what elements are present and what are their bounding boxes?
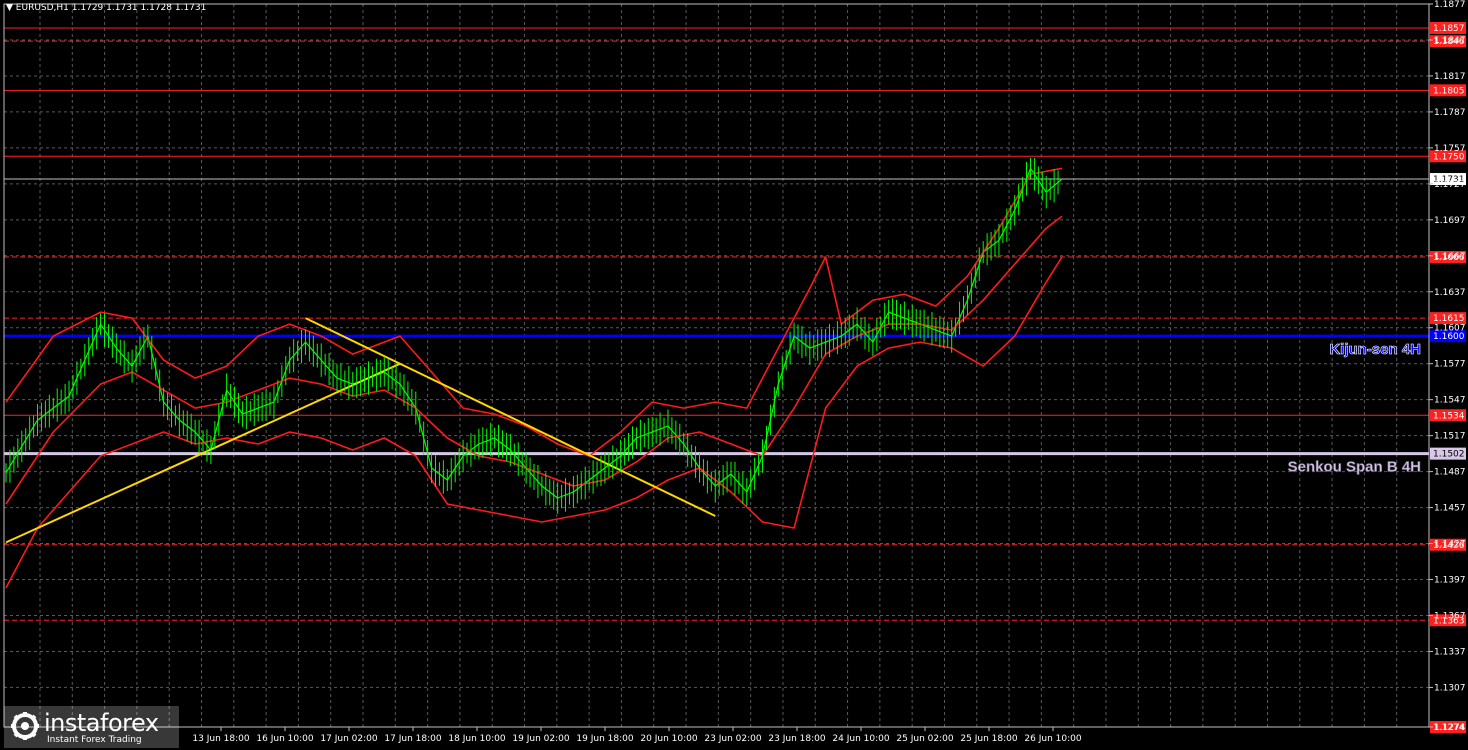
level-price-label: 1.1805 xyxy=(1433,86,1465,96)
symbol-label: EURUSD,H1 xyxy=(15,3,69,13)
y-tick-label: 1.1547 xyxy=(1434,396,1466,406)
x-tick-label: 26 Jun 10:00 xyxy=(1024,734,1081,744)
x-tick-label: 25 Jun 18:00 xyxy=(960,734,1017,744)
y-tick-label: 1.1877 xyxy=(1434,0,1466,10)
y-tick-label: 1.1667 xyxy=(1434,252,1466,262)
y-tick-label: 1.1274 xyxy=(1434,723,1466,733)
y-tick-label: 1.1307 xyxy=(1434,683,1466,693)
y-tick-label: 1.1727 xyxy=(1434,180,1466,190)
triangle-down-icon[interactable]: ▼ xyxy=(6,3,13,13)
level-price-label: 1.1857 xyxy=(1433,24,1465,34)
y-tick-label: 1.1337 xyxy=(1434,647,1466,657)
y-tick-label: 1.1697 xyxy=(1434,216,1466,226)
y-tick-label: 1.1817 xyxy=(1434,72,1466,82)
x-tick-label: 17 Jun 02:00 xyxy=(320,734,377,744)
x-tick-label: 25 Jun 02:00 xyxy=(896,734,953,744)
instaforex-logo-icon xyxy=(11,712,39,740)
watermark: instaforex Instant Forex Trading xyxy=(4,706,179,748)
y-tick-label: 1.1607 xyxy=(1434,324,1466,334)
x-tick-label: 18 Jun 10:00 xyxy=(448,734,505,744)
x-tick-label: 19 Jun 02:00 xyxy=(512,734,569,744)
y-tick-label: 1.1397 xyxy=(1434,576,1466,586)
level-annotation: Senkou Span B 4H xyxy=(1288,459,1421,476)
level-price-label: 1.1534 xyxy=(1433,411,1465,421)
chart-background xyxy=(0,0,1468,750)
chart-header: ▼ EURUSD,H1 1.1729 1.1731 1.1728 1.1731 xyxy=(6,3,206,13)
y-tick-label: 1.1757 xyxy=(1434,144,1466,154)
level-price-label: 1.1615 xyxy=(1433,314,1465,324)
y-tick-label: 1.1487 xyxy=(1434,468,1466,478)
y-tick-label: 1.1457 xyxy=(1434,504,1466,514)
level-price-label: 1.1502 xyxy=(1433,450,1465,460)
x-tick-label: 17 Jun 18:00 xyxy=(384,734,441,744)
y-tick-label: 1.1637 xyxy=(1434,288,1466,298)
level-annotation: Kijun-sen 4H xyxy=(1329,341,1421,358)
watermark-tagline: Instant Forex Trading xyxy=(47,735,142,745)
price-chart[interactable]: 1.18571.18461.18051.17501.16661.16151.16… xyxy=(0,0,1468,750)
y-tick-label: 1.1427 xyxy=(1434,540,1466,550)
y-tick-label: 1.1787 xyxy=(1434,108,1466,118)
x-tick-label: 16 Jun 10:00 xyxy=(256,734,313,744)
y-tick-label: 1.1577 xyxy=(1434,360,1466,370)
x-tick-label: 13 Jun 18:00 xyxy=(192,734,249,744)
x-tick-label: 23 Jun 18:00 xyxy=(768,734,825,744)
x-tick-label: 19 Jun 18:00 xyxy=(576,734,633,744)
x-tick-label: 20 Jun 10:00 xyxy=(640,734,697,744)
y-tick-label: 1.1517 xyxy=(1434,432,1466,442)
ohlc-label: 1.1729 1.1731 1.1728 1.1731 xyxy=(71,3,207,13)
y-tick-label: 1.1367 xyxy=(1434,611,1466,621)
x-tick-label: 23 Jun 02:00 xyxy=(704,734,761,744)
x-tick-label: 24 Jun 10:00 xyxy=(832,734,889,744)
watermark-brand: instaforex xyxy=(44,709,159,737)
y-tick-label: 1.1847 xyxy=(1434,36,1466,46)
